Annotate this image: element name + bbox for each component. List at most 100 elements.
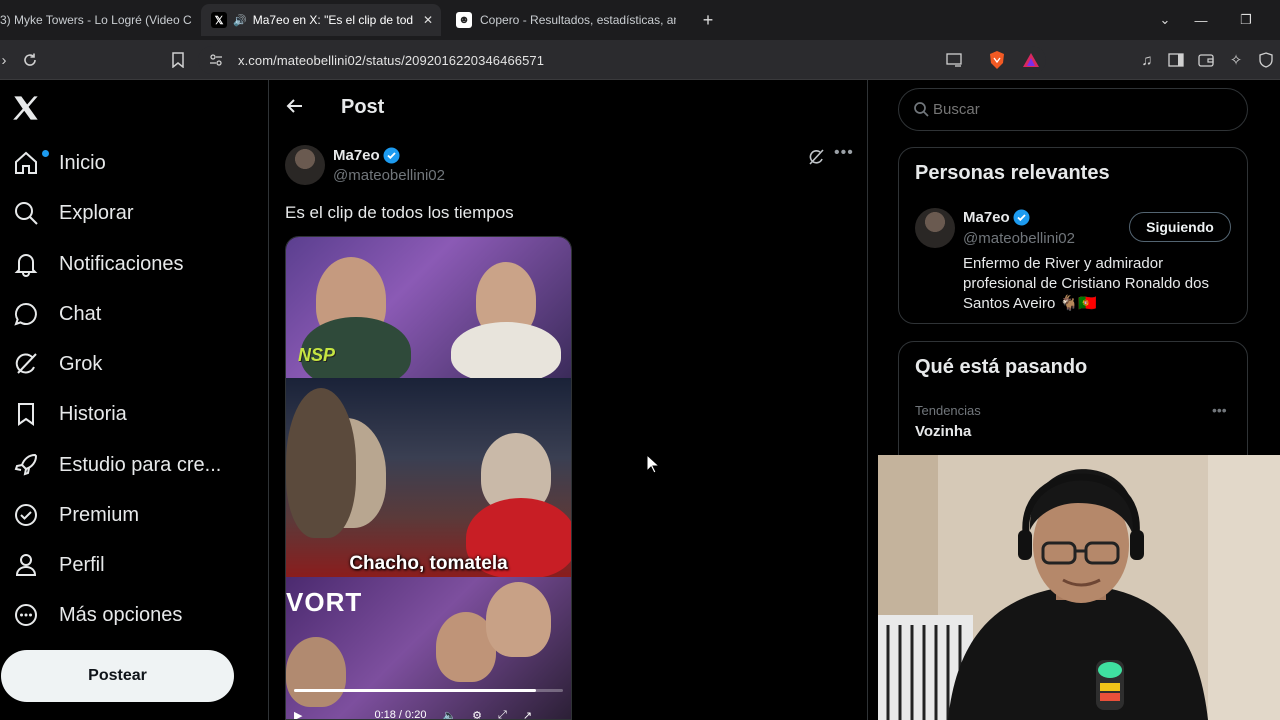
video-progress-fill: [294, 689, 537, 692]
wallet-icon[interactable]: [1194, 48, 1218, 72]
main-column: Post Ma7eo @mateobellini02 ••• Es el cli…: [268, 80, 868, 720]
sidebar-item-grok[interactable]: Grok: [12, 342, 102, 386]
cast-icon[interactable]: [942, 48, 966, 72]
rocket-icon: [12, 451, 40, 479]
author-name-text: Ma7eo: [333, 147, 380, 164]
video-progress-bar[interactable]: [294, 689, 563, 692]
relevant-avatar[interactable]: [915, 208, 955, 248]
url-text: x.com/mateobellini02/status/209201622034…: [238, 53, 545, 68]
speaker-icon[interactable]: 🔊: [233, 14, 247, 27]
sidebar-item-explorar[interactable]: Explorar: [12, 191, 133, 235]
grok-icon: [12, 350, 40, 378]
expand-icon[interactable]: ↗: [523, 709, 532, 720]
tab-copero[interactable]: ☻ Copero - Resultados, estadísticas, an: [456, 4, 686, 36]
chat-icon: [12, 300, 40, 328]
video-caption: Chacho, tomatela: [349, 553, 508, 574]
card-title: Qué está pasando: [915, 356, 1088, 378]
post-button[interactable]: Postear: [1, 650, 234, 702]
tab-x-post[interactable]: 𝕏 🔊 Ma7eo en X: "Es el clip de tod ✕: [201, 4, 441, 36]
media-control-icon[interactable]: ♫: [1135, 48, 1159, 72]
video-time: 0:18 / 0:20: [374, 709, 427, 720]
play-icon[interactable]: ▶: [294, 709, 302, 720]
more-circle-icon: [12, 601, 40, 629]
bookmark-page-icon[interactable]: [166, 48, 190, 72]
tab-youtube[interactable]: 3) Myke Towers - Lo Logré (Video C: [0, 4, 196, 36]
verified-badge-icon: [12, 501, 40, 529]
relevant-handle[interactable]: @mateobellini02: [963, 230, 1075, 247]
search-icon: [12, 199, 40, 227]
fullscreen-icon[interactable]: ⤢: [498, 709, 507, 720]
reload-icon[interactable]: [18, 48, 42, 72]
sidebar-item-label: Premium: [59, 503, 140, 526]
video-player[interactable]: NSP Chacho, tomatela VORT ▶ 0:18 / 0:20 …: [285, 236, 572, 720]
more-options-icon[interactable]: •••: [1212, 402, 1227, 418]
forward-icon[interactable]: ›: [0, 48, 16, 72]
trend-name[interactable]: Vozinha: [915, 423, 971, 440]
sidebar-item-historia[interactable]: Historia: [12, 392, 127, 436]
sidebar-nav: Inicio Explorar Notificaciones Chat Grok…: [0, 80, 268, 720]
more-options-icon[interactable]: •••: [834, 144, 854, 162]
sidebar-item-label: Más opciones: [59, 603, 183, 626]
x-logo-icon[interactable]: [12, 94, 44, 126]
sidebar-item-notificaciones[interactable]: Notificaciones: [12, 242, 184, 286]
sidebar-item-estudio[interactable]: Estudio para cre...: [12, 443, 221, 487]
author-handle[interactable]: @mateobellini02: [333, 167, 445, 184]
sidebar-item-premium[interactable]: Premium: [12, 493, 139, 537]
relevant-name-text: Ma7eo: [963, 209, 1010, 226]
sidebar-item-perfil[interactable]: Perfil: [12, 543, 105, 587]
site-settings-icon[interactable]: [208, 52, 224, 73]
webcam-overlay: [878, 455, 1280, 720]
following-button[interactable]: Siguiendo: [1129, 212, 1231, 242]
settings-icon[interactable]: ⚙: [472, 709, 482, 720]
sidebar-item-chat[interactable]: Chat: [12, 292, 101, 336]
new-tab-icon[interactable]: +: [688, 0, 728, 40]
verified-badge-icon: [1013, 209, 1030, 226]
search-box[interactable]: [898, 88, 1248, 131]
tab-title: 3) Myke Towers - Lo Logré (Video C: [0, 13, 192, 27]
sidebar-item-label: Grok: [59, 352, 103, 375]
mouse-cursor-icon: [646, 453, 661, 474]
copero-icon: ☻: [456, 12, 472, 28]
sidebar-item-label: Historia: [59, 402, 127, 425]
page-title: Post: [341, 96, 385, 118]
sidebar-toggle-icon[interactable]: [1164, 48, 1188, 72]
person-icon: [12, 551, 40, 579]
post-text: Es el clip de todos los tiempos: [285, 203, 514, 222]
sidebar-item-label: Estudio para cre...: [59, 453, 222, 476]
sidebar-item-mas-opciones[interactable]: Más opciones: [12, 593, 182, 637]
author-name[interactable]: Ma7eo: [333, 147, 400, 164]
minimize-icon[interactable]: —: [1181, 0, 1221, 40]
maximize-icon[interactable]: ❐: [1226, 0, 1266, 40]
vpn-shield-icon[interactable]: [1254, 48, 1278, 72]
sidebar-item-label: Inicio: [59, 151, 106, 174]
x-icon: 𝕏: [211, 12, 227, 28]
tab-list-chevron-icon[interactable]: ⌄: [1145, 0, 1185, 40]
search-input[interactable]: [933, 101, 1233, 118]
verified-badge-icon: [383, 147, 400, 164]
relevant-name[interactable]: Ma7eo: [963, 209, 1030, 226]
volume-icon[interactable]: 🔈: [442, 709, 456, 720]
video-frame-studio: VORT: [286, 577, 571, 719]
search-icon: [913, 101, 931, 119]
bookmark-icon: [12, 400, 40, 428]
back-arrow-icon[interactable]: [285, 96, 305, 122]
trending-card: Qué está pasando Tendencias Vozinha •••: [898, 341, 1248, 471]
author-avatar[interactable]: [285, 145, 325, 185]
sidebar-item-label: Perfil: [59, 553, 105, 576]
tab-title: Copero - Resultados, estadísticas, an: [480, 13, 676, 27]
brave-rewards-icon[interactable]: [1019, 48, 1043, 72]
webcam-image: [878, 455, 1280, 720]
home-icon: [12, 149, 40, 177]
sidebar-item-inicio[interactable]: Inicio: [12, 141, 106, 185]
close-tab-icon[interactable]: ✕: [423, 13, 433, 27]
new-content-dot: [42, 150, 49, 157]
tab-title: Ma7eo en X: "Es el clip de tod: [252, 13, 413, 27]
video-frame-podcast: NSP: [286, 237, 571, 378]
leo-ai-icon[interactable]: ✧: [1224, 48, 1248, 72]
grok-explain-icon[interactable]: [807, 148, 825, 166]
video-controls: ▶ 0:18 / 0:20 🔈 ⚙ ⤢ ↗: [294, 707, 565, 720]
video-logo-overlay: NSP: [298, 345, 336, 365]
browser-tab-bar: 3) Myke Towers - Lo Logré (Video C 𝕏 🔊 M…: [0, 0, 1280, 40]
brave-shield-icon[interactable]: [985, 48, 1009, 72]
address-bar[interactable]: x.com/mateobellini02/status/209201622034…: [198, 46, 1046, 74]
